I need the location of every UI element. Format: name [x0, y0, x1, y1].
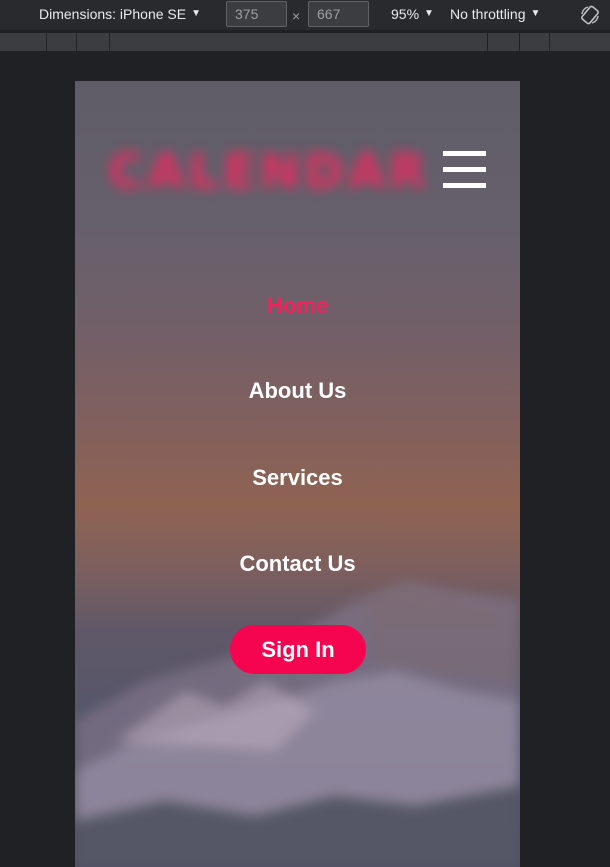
caret-down-icon: ▼ [530, 7, 541, 19]
sign-in-button[interactable]: Sign In [230, 625, 366, 674]
ruler-tick [549, 33, 550, 51]
hamburger-line [443, 167, 486, 172]
hamburger-menu-icon[interactable] [443, 151, 486, 189]
ruler-tick [109, 33, 110, 51]
viewport-width-input[interactable] [226, 1, 287, 27]
ruler-tick [46, 33, 47, 51]
caret-down-icon: ▼ [424, 7, 434, 19]
device-dimensions-label: Dimensions: iPhone SE [39, 6, 187, 22]
nav-link-contact-us[interactable]: Contact Us [75, 551, 520, 577]
device-viewport: CALENDAR Home About Us Services Contact … [75, 81, 520, 867]
nav-link-home[interactable]: Home [75, 293, 520, 319]
ruler-tick [487, 33, 488, 51]
throttling-dropdown[interactable]: No throttling ▼ [450, 6, 540, 22]
hamburger-line [443, 151, 486, 156]
rotate-icon[interactable] [580, 5, 600, 25]
ruler-tick [519, 33, 520, 51]
site-logo[interactable]: CALENDAR [108, 147, 428, 197]
throttling-label: No throttling [450, 6, 526, 22]
zoom-label: 95% [391, 6, 420, 22]
caret-down-icon: ▼ [191, 7, 201, 19]
nav-link-services[interactable]: Services [75, 465, 520, 491]
device-toolbar: Dimensions: iPhone SE ▼ × 95% ▼ No throt… [0, 0, 610, 30]
viewport-height-input[interactable] [308, 1, 369, 27]
nav-link-about-us[interactable]: About Us [75, 378, 520, 404]
ruler-tick [76, 33, 77, 51]
dimension-separator: × [292, 8, 301, 24]
hamburger-line [443, 183, 486, 188]
device-dimensions-dropdown[interactable]: Dimensions: iPhone SE ▼ [39, 6, 201, 22]
media-query-ruler [0, 30, 610, 53]
zoom-dropdown[interactable]: 95% ▼ [391, 6, 434, 22]
